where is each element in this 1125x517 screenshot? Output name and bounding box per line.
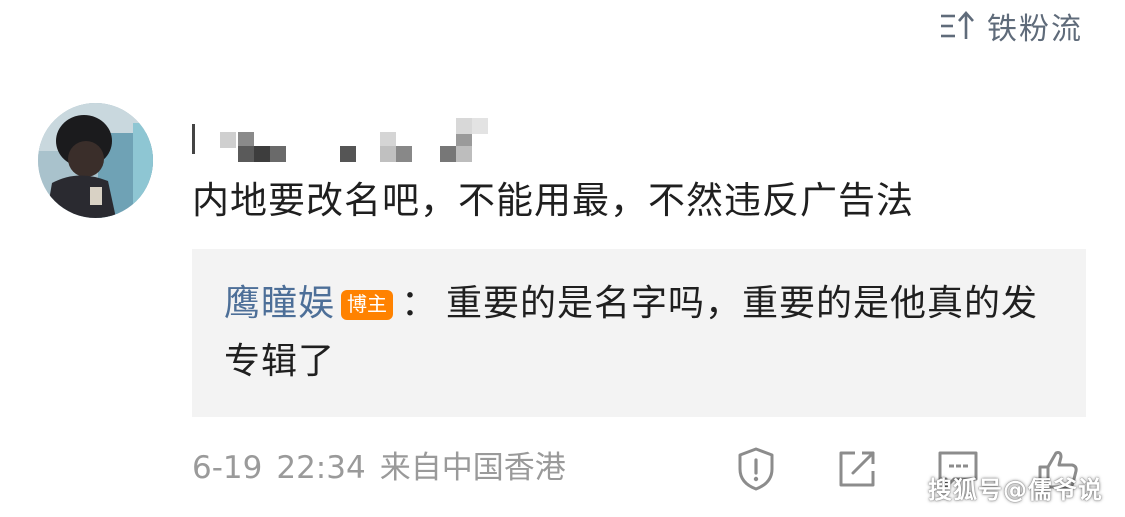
comment-date: 6-19 bbox=[192, 450, 263, 486]
comment-meta: 6-19 22:34 来自中国香港 bbox=[192, 446, 566, 490]
share-icon[interactable] bbox=[833, 445, 881, 493]
comment-time: 22:34 bbox=[276, 450, 366, 486]
avatar[interactable] bbox=[38, 103, 153, 218]
reply-content: 鹰瞳娱 博主：重要的是名字吗，重要的是他真的发专辑了 bbox=[224, 275, 1054, 391]
username[interactable] bbox=[190, 110, 510, 170]
report-shield-icon[interactable] bbox=[732, 445, 780, 493]
watermark: 搜狐号@儒爷说 bbox=[928, 476, 1103, 504]
comment-text: 内地要改名吧，不能用最，不然违反广告法 bbox=[192, 179, 914, 222]
reply-separator: ： bbox=[401, 283, 439, 324]
reply-box[interactable]: 鹰瞳娱 博主：重要的是名字吗，重要的是他真的发专辑了 bbox=[192, 249, 1086, 417]
comment-location: 来自中国香港 bbox=[379, 450, 566, 486]
sort-icon bbox=[939, 9, 975, 43]
reply-author[interactable]: 鹰瞳娱 bbox=[224, 283, 335, 324]
sort-label: 铁粉流 bbox=[987, 12, 1083, 47]
sort-control[interactable]: 铁粉流 bbox=[939, 6, 1083, 47]
comment-card: 铁粉流 内地要改名吧，不能用最，不然违反广告法 鹰瞳娱 博主 ： 重要的是名字吗… bbox=[0, 0, 1125, 517]
blogger-badge: 博主 bbox=[341, 290, 394, 320]
